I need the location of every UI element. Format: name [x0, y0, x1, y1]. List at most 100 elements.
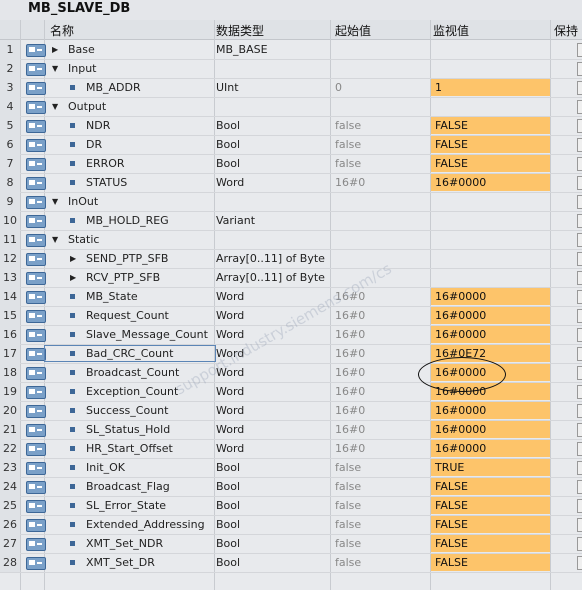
retain-checkbox[interactable]	[577, 518, 582, 532]
retain-checkbox[interactable]	[577, 100, 582, 114]
row-datatype[interactable]: Array[0..11] of Byte	[216, 249, 325, 268]
row-start-value[interactable]: false	[335, 477, 361, 496]
retain-checkbox[interactable]	[577, 347, 582, 361]
expand-arrow-icon[interactable]: ▶	[70, 249, 76, 268]
table-row[interactable]: 6 DR Bool false FALSE	[0, 135, 582, 155]
row-datatype[interactable]: Word	[216, 420, 244, 439]
retain-checkbox[interactable]	[577, 556, 582, 570]
collapse-arrow-icon[interactable]: ▼	[52, 59, 58, 78]
retain-checkbox[interactable]	[577, 252, 582, 266]
row-name[interactable]: ERROR	[86, 154, 125, 173]
retain-checkbox[interactable]	[577, 157, 582, 171]
table-row[interactable]: 22 HR_Start_Offset Word 16#0 16#0000	[0, 439, 582, 459]
table-row[interactable]: 23 Init_OK Bool false TRUE	[0, 458, 582, 478]
row-start-value[interactable]: false	[335, 553, 361, 572]
retain-checkbox[interactable]	[577, 385, 582, 399]
col-header-monitor[interactable]: 监视值	[433, 22, 469, 39]
row-name[interactable]: DR	[86, 135, 102, 154]
row-datatype[interactable]: Bool	[216, 154, 240, 173]
retain-checkbox[interactable]	[577, 442, 582, 456]
row-name[interactable]: RCV_PTP_SFB	[86, 268, 160, 287]
retain-checkbox[interactable]	[577, 423, 582, 437]
row-start-value[interactable]: 16#0	[335, 306, 365, 325]
row-name[interactable]: Broadcast_Count	[86, 363, 179, 382]
retain-checkbox[interactable]	[577, 328, 582, 342]
retain-checkbox[interactable]	[577, 404, 582, 418]
row-datatype[interactable]: MB_BASE	[216, 40, 268, 59]
retain-checkbox[interactable]	[577, 309, 582, 323]
row-datatype[interactable]: Word	[216, 306, 244, 325]
table-row[interactable]: 13 ▶ RCV_PTP_SFB Array[0..11] of Byte	[0, 268, 582, 288]
retain-checkbox[interactable]	[577, 271, 582, 285]
row-datatype[interactable]: Variant	[216, 211, 255, 230]
table-row[interactable]: 5 NDR Bool false FALSE	[0, 116, 582, 136]
row-datatype[interactable]: Word	[216, 382, 244, 401]
row-start-value[interactable]: 16#0	[335, 382, 365, 401]
table-row[interactable]: 14 MB_State Word 16#0 16#0000	[0, 287, 582, 307]
retain-checkbox[interactable]	[577, 480, 582, 494]
row-start-value[interactable]: 16#0	[335, 439, 365, 458]
table-row[interactable]: 12 ▶ SEND_PTP_SFB Array[0..11] of Byte	[0, 249, 582, 269]
row-name[interactable]: Success_Count	[86, 401, 168, 420]
row-name[interactable]: Request_Count	[86, 306, 169, 325]
row-datatype[interactable]: Word	[216, 325, 244, 344]
retain-checkbox[interactable]	[577, 62, 582, 76]
retain-checkbox[interactable]	[577, 43, 582, 57]
table-row[interactable]: 26 Extended_Addressing Bool false FALSE	[0, 515, 582, 535]
table-row[interactable]: 17 Bad_CRC_Count Word 16#0 16#0E72	[0, 344, 582, 364]
collapse-arrow-icon[interactable]: ▼	[52, 97, 58, 116]
row-name[interactable]: Input	[68, 59, 96, 78]
row-name[interactable]: Output	[68, 97, 106, 116]
row-name[interactable]: Static	[68, 230, 99, 249]
row-name[interactable]: SL_Error_State	[86, 496, 166, 515]
row-datatype[interactable]: Word	[216, 287, 244, 306]
retain-checkbox[interactable]	[577, 119, 582, 133]
expand-arrow-icon[interactable]: ▶	[52, 40, 58, 59]
expand-arrow-icon[interactable]: ▶	[70, 268, 76, 287]
row-start-value[interactable]: 16#0	[335, 344, 365, 363]
row-start-value[interactable]: 16#0	[335, 420, 365, 439]
table-row[interactable]: 4 ▼ Output	[0, 97, 582, 117]
row-name[interactable]: STATUS	[86, 173, 127, 192]
row-start-value[interactable]: false	[335, 534, 361, 553]
row-name[interactable]: MB_ADDR	[86, 78, 141, 97]
row-datatype[interactable]: Bool	[216, 477, 240, 496]
row-datatype[interactable]: Array[0..11] of Byte	[216, 268, 325, 287]
table-row[interactable]: 2 ▼ Input	[0, 59, 582, 79]
table-row[interactable]: 28 XMT_Set_DR Bool false FALSE	[0, 553, 582, 573]
row-start-value[interactable]: false	[335, 515, 361, 534]
retain-checkbox[interactable]	[577, 499, 582, 513]
row-datatype[interactable]: Bool	[216, 458, 240, 477]
row-datatype[interactable]: Word	[216, 401, 244, 420]
row-name[interactable]: NDR	[86, 116, 110, 135]
collapse-arrow-icon[interactable]: ▼	[52, 192, 58, 211]
row-name[interactable]: SEND_PTP_SFB	[86, 249, 168, 268]
retain-checkbox[interactable]	[577, 233, 582, 247]
row-start-value[interactable]: 16#0	[335, 401, 365, 420]
row-start-value[interactable]: false	[335, 135, 361, 154]
row-name[interactable]: Slave_Message_Count	[86, 325, 208, 344]
retain-checkbox[interactable]	[577, 138, 582, 152]
row-start-value[interactable]: false	[335, 116, 361, 135]
row-datatype[interactable]: Word	[216, 439, 244, 458]
col-header-start[interactable]: 起始值	[335, 22, 371, 39]
row-datatype[interactable]: Bool	[216, 534, 240, 553]
row-start-value[interactable]: 16#0	[335, 325, 365, 344]
row-name[interactable]: Broadcast_Flag	[86, 477, 170, 496]
table-row[interactable]: 1 ▶ Base MB_BASE	[0, 40, 582, 60]
retain-checkbox[interactable]	[577, 461, 582, 475]
row-name[interactable]: Init_OK	[86, 458, 125, 477]
row-datatype[interactable]: Bool	[216, 135, 240, 154]
retain-checkbox[interactable]	[577, 537, 582, 551]
table-row[interactable]: 8 STATUS Word 16#0 16#0000	[0, 173, 582, 193]
row-name[interactable]: Exception_Count	[86, 382, 178, 401]
row-name[interactable]: XMT_Set_NDR	[86, 534, 163, 553]
row-start-value[interactable]: 16#0	[335, 173, 365, 192]
row-name[interactable]: XMT_Set_DR	[86, 553, 155, 572]
row-datatype[interactable]: Bool	[216, 116, 240, 135]
row-name[interactable]: SL_Status_Hold	[86, 420, 170, 439]
row-datatype[interactable]: Bool	[216, 515, 240, 534]
row-name[interactable]: Extended_Addressing	[86, 515, 205, 534]
row-start-value[interactable]: false	[335, 458, 361, 477]
table-row[interactable]: 9 ▼ InOut	[0, 192, 582, 212]
